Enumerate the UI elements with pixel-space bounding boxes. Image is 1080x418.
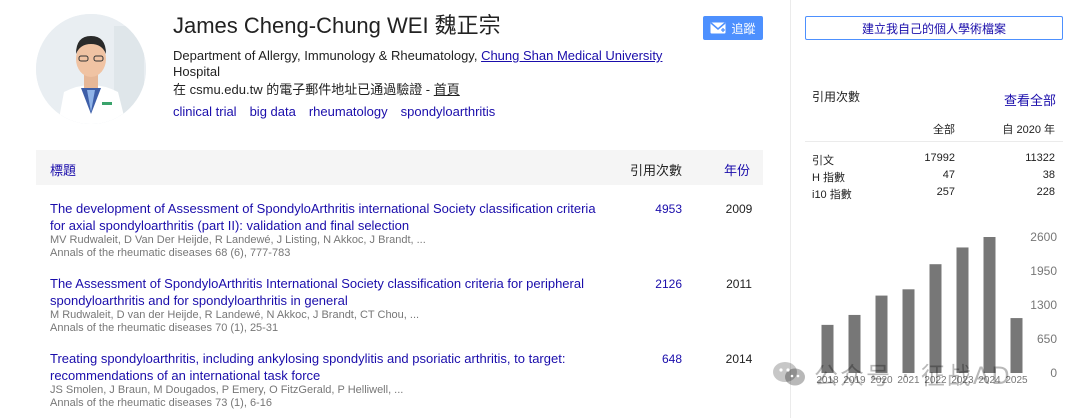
article-cited-count[interactable]: 648: [620, 352, 682, 366]
stats-row-h-index: H 指數 47 38: [805, 167, 1063, 184]
stats-row-citations: 引文 17992 11322: [805, 150, 1063, 167]
articles-table-header: 標題 引用次數 年份: [36, 150, 763, 185]
chart-y-tick-label: 2600: [1030, 230, 1057, 244]
stats-label: i10 指數: [812, 189, 852, 201]
article-title-link[interactable]: The development of Assessment of Spondyl…: [50, 200, 610, 234]
stats-value-since: 228: [1036, 186, 1055, 198]
chart-bar-2025[interactable]: [1010, 318, 1023, 373]
article-year: 2014: [725, 352, 753, 366]
article-venue: Annals of the rheumatic diseases 73 (1),…: [50, 397, 272, 409]
article-row: The development of Assessment of Spondyl…: [50, 200, 763, 260]
verified-email: 在 csmu.edu.tw 的電子郵件地址已通過驗證 - 首頁: [173, 82, 693, 98]
create-profile-button[interactable]: 建立我自己的個人學術檔案: [805, 16, 1063, 40]
interest-link[interactable]: clinical trial: [173, 104, 237, 119]
citation-stats-header: 全部 自 2020 年: [805, 117, 1063, 142]
watermark: 公众号 · 征战AD: [772, 356, 1012, 391]
wechat-icon: [773, 361, 805, 385]
article-authors: MV Rudwaleit, D Van Der Heijde, R Landew…: [50, 234, 426, 246]
chart-y-tick-label: 0: [1050, 366, 1057, 380]
article-cited-count[interactable]: 2126: [620, 277, 682, 291]
stats-column-all: 全部: [933, 124, 955, 136]
interest-link[interactable]: spondyloarthritis: [401, 104, 496, 119]
watermark-text: 公众号 · 征战AD: [814, 362, 1012, 390]
homepage-link[interactable]: 首頁: [434, 82, 460, 97]
research-interests: clinical trial big data rheumatology spo…: [173, 104, 693, 119]
stats-value-since: 11322: [1025, 152, 1055, 164]
affiliation-university-link[interactable]: Chung Shan Medical University: [481, 48, 662, 63]
profile-affiliation: Department of Allergy, Immunology & Rheu…: [173, 48, 693, 80]
stats-row-i10-index: i10 指數 257 228: [805, 184, 1063, 201]
interest-link[interactable]: big data: [250, 104, 296, 119]
follow-button-label: 追蹤: [731, 21, 756, 36]
chart-bar-2024[interactable]: [983, 237, 996, 373]
column-header-cited-by: 引用次數: [630, 163, 683, 178]
stats-label: 引文: [812, 155, 834, 167]
avatar-photo: [36, 14, 146, 124]
chart-y-tick-label: 650: [1037, 332, 1057, 346]
article-year: 2009: [725, 202, 753, 216]
stats-value-all: 17992: [924, 152, 955, 164]
affiliation-department: Department of Allergy, Immunology & Rheu…: [173, 48, 482, 63]
stats-label: H 指數: [812, 172, 845, 184]
article-authors: M Rudwaleit, D van der Heijde, R Landewé…: [50, 309, 420, 321]
column-header-year[interactable]: 年份: [724, 160, 750, 179]
chart-y-tick-label: 1950: [1030, 264, 1057, 278]
article-row: The Assessment of SpondyloArthritis Inte…: [50, 275, 763, 335]
profile-info: James Cheng-Chung WEI 魏正宗 Department of …: [173, 12, 693, 119]
article-title-link[interactable]: The Assessment of SpondyloArthritis Inte…: [50, 275, 610, 309]
article-year: 2011: [726, 277, 752, 291]
article-authors: JS Smolen, J Braun, M Dougados, P Emery,…: [50, 384, 404, 396]
stats-column-since: 自 2020 年: [1002, 124, 1055, 136]
article-cited-count[interactable]: 4953: [620, 202, 682, 216]
article-venue: Annals of the rheumatic diseases 68 (6),…: [50, 247, 291, 259]
chart-y-tick-label: 1300: [1030, 298, 1057, 312]
stats-value-since: 38: [1042, 169, 1055, 181]
view-all-link[interactable]: 查看全部: [990, 90, 1056, 109]
chart-bar-2023[interactable]: [956, 247, 969, 373]
column-header-title[interactable]: 標題: [50, 160, 76, 179]
article-title-link[interactable]: Treating spondyloarthritis, including an…: [50, 350, 610, 384]
affiliation-suffix: Hospital: [173, 64, 220, 79]
follow-button[interactable]: 追蹤: [703, 16, 763, 40]
stats-value-all: 257: [936, 186, 955, 198]
interest-link[interactable]: rheumatology: [309, 104, 388, 119]
verified-email-text: 在 csmu.edu.tw 的電子郵件地址已通過驗證 -: [173, 82, 434, 97]
article-row: Treating spondyloarthritis, including an…: [50, 350, 763, 410]
profile-name: James Cheng-Chung WEI 魏正宗: [173, 13, 501, 38]
stats-value-all: 47: [942, 169, 955, 181]
cited-by-heading: 引用次數: [812, 90, 861, 104]
article-venue: Annals of the rheumatic diseases 70 (1),…: [50, 322, 279, 334]
profile-avatar: [36, 14, 146, 124]
mail-icon: [710, 22, 726, 34]
